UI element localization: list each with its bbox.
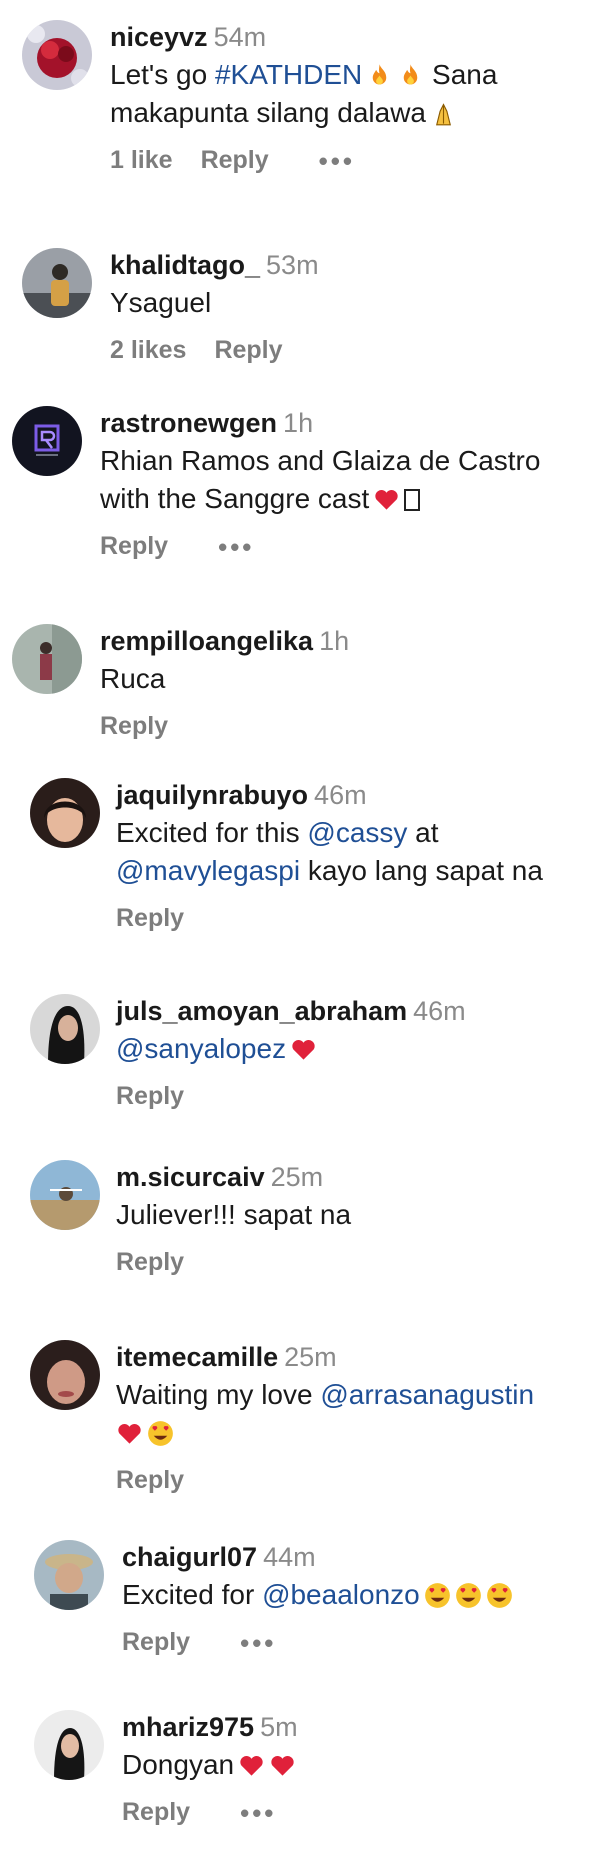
- comment-text: Excited for this @cassy at @mavylegaspi …: [116, 817, 543, 886]
- mention-link[interactable]: @beaalonzo: [262, 1579, 420, 1610]
- red-heart-icon: [290, 1036, 317, 1063]
- fire-icon: [397, 62, 424, 89]
- timestamp: 1h: [319, 626, 350, 656]
- comment-text: Let's go #KATHDEN Sana makapunta silang …: [110, 59, 498, 128]
- avatar[interactable]: [30, 778, 100, 848]
- avatar[interactable]: [30, 994, 100, 1064]
- timestamp: 5m: [260, 1712, 298, 1742]
- more-options-icon[interactable]: •••: [319, 148, 355, 174]
- comment-text: Dongyan: [122, 1746, 592, 1784]
- reply-button[interactable]: Reply: [100, 712, 168, 741]
- heart-eyes-emoji-icon: [424, 1582, 451, 1609]
- timestamp: 25m: [284, 1342, 337, 1372]
- comment-text: Excited for @beaalonzo: [122, 1576, 592, 1614]
- comment-text: @sanyalopez: [116, 1030, 592, 1068]
- red-heart-icon: [373, 486, 400, 513]
- username[interactable]: mhariz975: [122, 1712, 254, 1742]
- more-options-icon[interactable]: •••: [240, 1630, 276, 1656]
- username[interactable]: niceyvz: [110, 22, 208, 52]
- timestamp: 54m: [213, 22, 267, 52]
- likes-count[interactable]: 1 like: [110, 146, 173, 175]
- reply-button[interactable]: Reply: [116, 1466, 184, 1495]
- avatar[interactable]: [22, 248, 92, 318]
- avatar[interactable]: [12, 624, 82, 694]
- comment-text: Waiting my love @arrasanagustin: [116, 1376, 592, 1452]
- more-options-icon[interactable]: •••: [218, 534, 254, 560]
- timestamp: 46m: [314, 780, 367, 810]
- avatar[interactable]: [34, 1710, 104, 1780]
- heart-eyes-emoji-icon: [147, 1420, 174, 1447]
- mention-link[interactable]: @cassy: [307, 817, 407, 848]
- red-heart-icon: [238, 1752, 265, 1779]
- avatar[interactable]: [34, 1540, 104, 1610]
- username[interactable]: khalidtago_: [110, 250, 260, 280]
- heart-eyes-emoji-icon: [486, 1582, 513, 1609]
- comment-text: Rhian Ramos and Glaiza de Castro with th…: [100, 445, 541, 514]
- mention-link[interactable]: @mavylegaspi: [116, 855, 300, 886]
- reply-button[interactable]: Reply: [116, 904, 184, 933]
- username[interactable]: m.sicurcaiv: [116, 1162, 265, 1192]
- more-options-icon[interactable]: •••: [240, 1800, 276, 1826]
- reply-button[interactable]: Reply: [122, 1628, 190, 1657]
- reply-button[interactable]: Reply: [116, 1082, 184, 1111]
- red-heart-icon: [269, 1752, 296, 1779]
- avatar[interactable]: [22, 20, 92, 90]
- username[interactable]: jaquilynrabuyo: [116, 780, 308, 810]
- comment-text: Ruca: [100, 663, 166, 694]
- timestamp: 44m: [263, 1542, 316, 1572]
- unknown-emoji-icon: [404, 489, 421, 511]
- heart-eyes-emoji-icon: [455, 1582, 482, 1609]
- avatar[interactable]: [30, 1160, 100, 1230]
- timestamp: 46m: [413, 996, 466, 1026]
- fire-icon: [366, 62, 393, 89]
- comment-text: Ysaguel: [110, 287, 212, 318]
- reply-button[interactable]: Reply: [122, 1798, 190, 1827]
- avatar[interactable]: [30, 1340, 100, 1410]
- avatar[interactable]: [12, 406, 82, 476]
- username[interactable]: rempilloangelika: [100, 626, 313, 656]
- red-heart-icon: [116, 1420, 143, 1447]
- mention-link[interactable]: @arrasanagustin: [320, 1379, 534, 1410]
- comment-text: Juliever!!! sapat na: [116, 1199, 352, 1230]
- reply-button[interactable]: Reply: [116, 1248, 184, 1277]
- timestamp: 25m: [270, 1162, 324, 1192]
- timestamp: 53m: [266, 250, 319, 280]
- mention-link[interactable]: @sanyalopez: [116, 1033, 286, 1064]
- username[interactable]: chaigurl07: [122, 1542, 257, 1572]
- praying-hands-icon: [430, 100, 457, 127]
- reply-button[interactable]: Reply: [201, 146, 269, 175]
- username[interactable]: juls_amoyan_abraham: [116, 996, 407, 1026]
- reply-button[interactable]: Reply: [100, 532, 168, 561]
- likes-count[interactable]: 2 likes: [110, 336, 186, 365]
- reply-button[interactable]: Reply: [214, 336, 282, 365]
- hashtag-link[interactable]: #KATHDEN: [215, 59, 362, 90]
- username[interactable]: itemecamille: [116, 1342, 278, 1372]
- timestamp: 1h: [283, 408, 314, 438]
- username[interactable]: rastronewgen: [100, 408, 277, 438]
